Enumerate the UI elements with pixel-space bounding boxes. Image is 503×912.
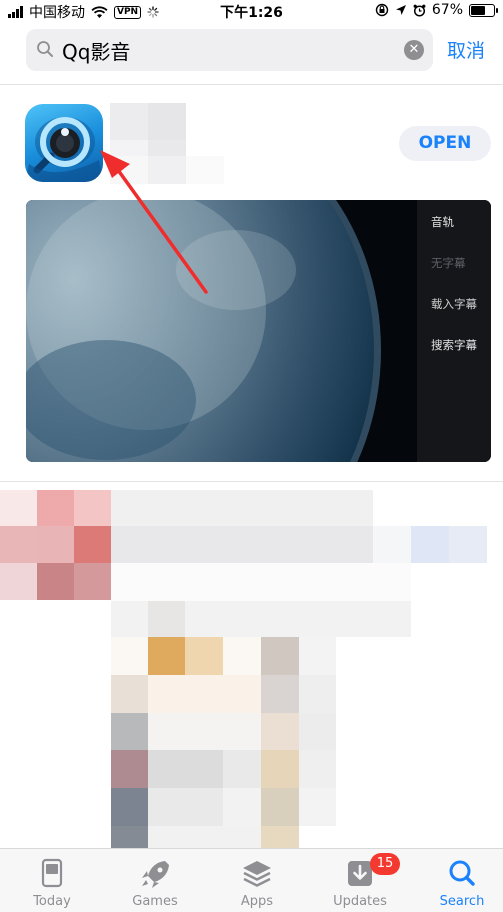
rocket-icon [142, 861, 169, 888]
tab-label: Search [439, 894, 485, 909]
tab-today[interactable]: Today [2, 849, 102, 912]
layers-icon [243, 861, 271, 887]
tab-apps[interactable]: Apps [207, 849, 307, 912]
today-icon [41, 858, 63, 888]
tab-search[interactable]: Search [412, 849, 503, 912]
tab-games[interactable]: Games [105, 849, 205, 912]
search-icon [449, 860, 475, 886]
tab-label: Updates [333, 894, 387, 909]
tab-bar: Today Games Apps Updates Search [0, 848, 503, 912]
divider [0, 481, 503, 482]
tab-label: Apps [240, 894, 274, 909]
tab-label: Today [33, 894, 71, 909]
tab-label: Games [132, 894, 178, 909]
updates-badge: 15 [370, 853, 400, 875]
